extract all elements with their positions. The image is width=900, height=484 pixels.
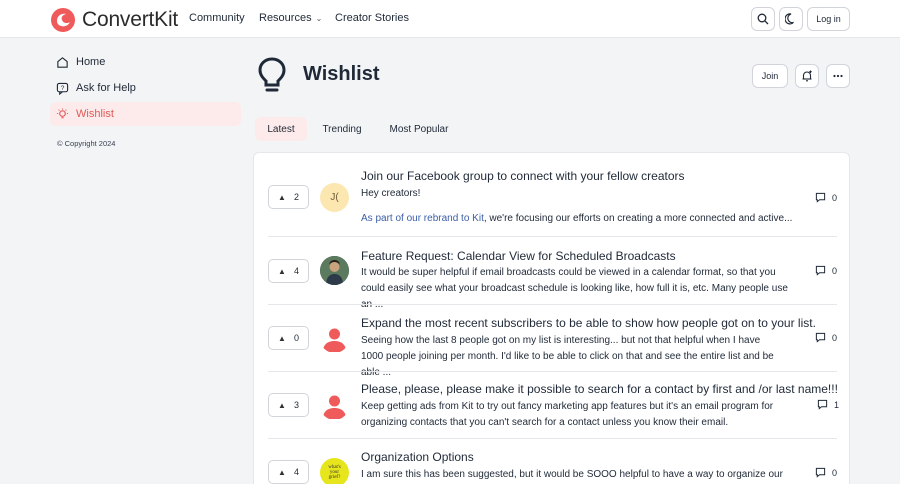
vote-count: 4 [293,467,299,477]
post-item[interactable]: ▲ 4 Feature Request: Calendar View for Sc… [254,237,849,310]
comment-icon [815,467,826,478]
post-excerpt: Keep getting ads from Kit to try out fan… [361,401,774,428]
avatar-text: what's your grief? [328,465,341,480]
post-title[interactable]: Please, please, please make it possible … [361,382,838,396]
rebrand-link[interactable]: As part of our rebrand to Kit [361,213,484,224]
notifications-button[interactable] [795,64,819,88]
vote-count: 3 [293,400,299,410]
arrow-up-icon: ▲ [278,192,286,202]
arrow-up-icon: ▲ [278,467,286,477]
moon-icon [785,13,794,25]
home-icon [57,56,68,68]
avatar [320,256,349,285]
search-icon [757,13,769,25]
post-excerpt-continued: As part of our rebrand to Kit, we're foc… [361,211,801,227]
brand-name: ConvertKit [82,8,179,31]
copyright-text: © Copyright 2024 [57,139,116,148]
post-title[interactable]: Organization Options [361,450,474,464]
post-excerpt-text: , we're focusing our efforts on creating… [483,213,793,224]
nav-community[interactable]: Community [189,12,245,24]
avatar [320,324,349,353]
post-feed: ▲ 2 J( Join our Facebook group to connect… [253,152,850,484]
arrow-up-icon: ▲ [278,266,286,276]
avatar: what's your grief? [320,458,349,484]
upvote-button[interactable]: ▲ 4 [268,460,309,484]
comment-count[interactable]: 1 [817,399,847,410]
comment-icon [817,399,828,410]
top-header: ConvertKit Community Resources ⌄ Creator … [0,0,900,38]
post-item[interactable]: ▲ 0 Expand the most recent subscribers to… [254,305,849,378]
comment-count[interactable]: 0 [815,192,845,203]
comment-count[interactable]: 0 [815,467,845,478]
sidebar-item-label: Wishlist [76,108,114,120]
post-item[interactable]: ▲ 4 what's your grief? Organization Optio… [254,439,849,484]
brand-logo[interactable]: ConvertKit [50,7,178,33]
page-title: Wishlist [303,63,380,85]
sidebar-item-ask-for-help[interactable]: ? Ask for Help [50,76,241,100]
sidebar-item-home[interactable]: Home [50,50,241,74]
search-button[interactable] [751,7,775,31]
comment-count-value: 0 [832,265,838,276]
comment-count[interactable]: 0 [815,265,845,276]
user-photo-icon [320,256,349,285]
comment-count-value: 0 [832,332,838,343]
login-button[interactable]: Log in [807,7,850,31]
tab-most-popular[interactable]: Most Popular [382,117,456,141]
nav-creator-stories[interactable]: Creator Stories [335,12,409,24]
comment-count-value: 0 [832,467,838,478]
post-item[interactable]: ▲ 3 Please, please, please make it possib… [254,372,849,439]
upvote-button[interactable]: ▲ 0 [268,326,309,350]
post-excerpt: I am sure this has been suggested, but i… [361,469,783,480]
arrow-up-icon: ▲ [278,333,286,343]
sidebar-item-wishlist[interactable]: Wishlist [50,102,241,126]
post-excerpt: Hey creators! [361,188,421,199]
more-options-button[interactable] [826,64,850,88]
default-user-icon [323,395,346,419]
avatar: J( [320,183,349,212]
svg-text:?: ? [61,84,65,91]
sidebar-item-label: Ask for Help [76,82,136,94]
chevron-down-icon: ⌄ [315,14,323,23]
tab-trending[interactable]: Trending [315,117,369,141]
nav-resources-label: Resources [259,12,312,24]
ellipsis-icon [833,74,843,78]
upvote-button[interactable]: ▲ 3 [268,393,309,417]
default-user-icon [323,328,346,352]
sidebar-item-label: Home [76,56,106,68]
join-button[interactable]: Join [752,64,788,88]
arrow-up-icon: ▲ [278,400,286,410]
post-title[interactable]: Join our Facebook group to connect with … [361,169,685,183]
bell-plus-icon [802,70,812,82]
post-title[interactable]: Expand the most recent subscribers to be… [361,316,816,330]
comment-count[interactable]: 0 [815,332,845,343]
tab-latest[interactable]: Latest [255,117,307,141]
comment-count-value: 0 [832,192,838,203]
theme-toggle-button[interactable] [779,7,803,31]
comment-icon [815,265,826,276]
lightbulb-icon [56,107,69,118]
nav-resources[interactable]: Resources ⌄ [259,12,322,24]
comment-icon [815,192,826,203]
post-title[interactable]: Feature Request: Calendar View for Sched… [361,249,676,263]
comment-count-value: 1 [834,399,840,410]
avatar-initials: J( [330,192,339,203]
lightbulb-icon [258,57,286,92]
upvote-button[interactable]: ▲ 2 [268,185,309,209]
comment-icon [815,332,826,343]
upvote-button[interactable]: ▲ 4 [268,259,309,283]
help-icon: ? [56,82,69,95]
vote-count: 4 [293,266,299,276]
avatar [320,391,349,420]
vote-count: 2 [293,192,299,202]
vote-count: 0 [293,333,299,343]
post-item[interactable]: ▲ 2 J( Join our Facebook group to connect… [254,153,849,237]
convertkit-logo-icon [51,8,75,32]
